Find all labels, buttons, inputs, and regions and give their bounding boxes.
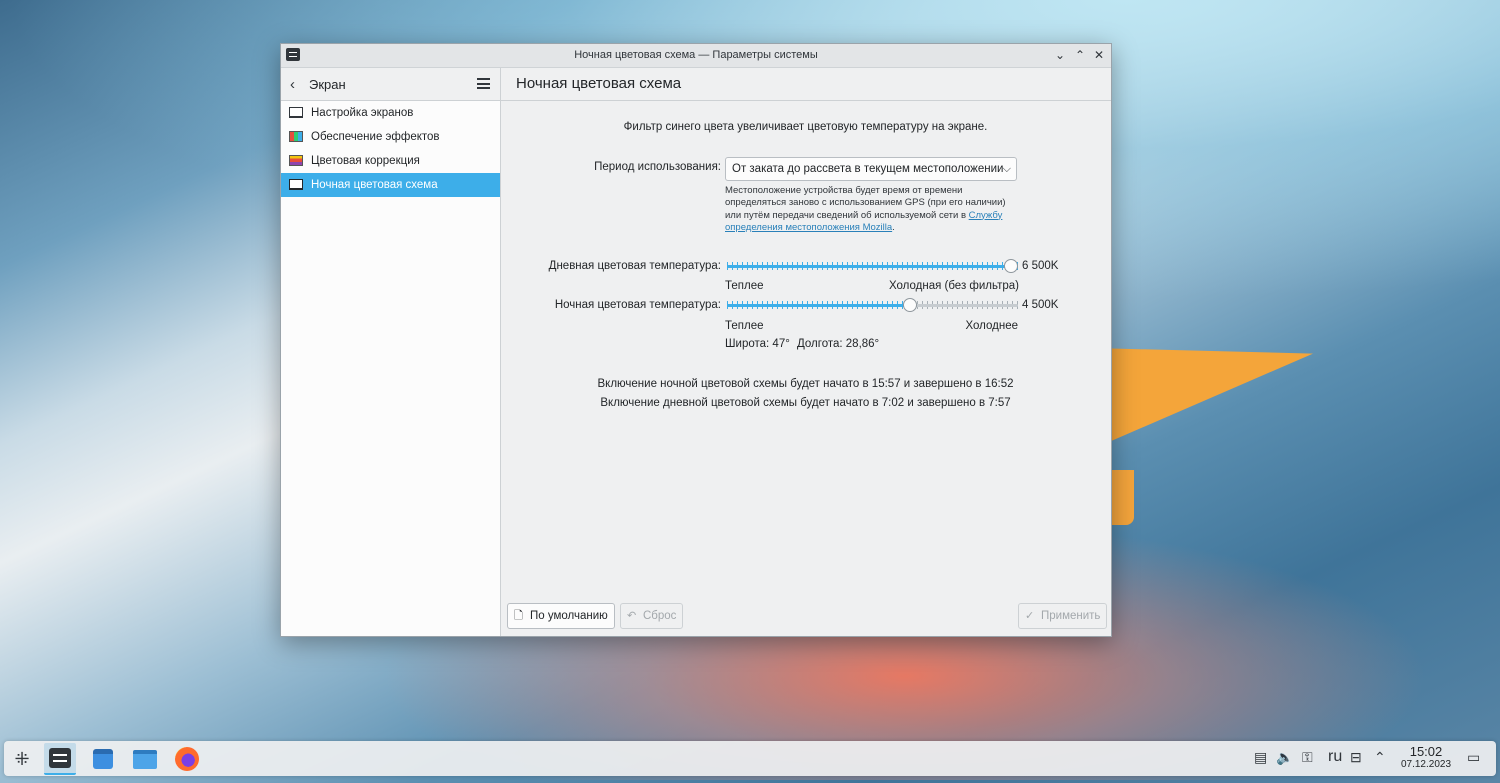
location-note: Местоположение устройства будет время от… xyxy=(725,185,1015,234)
discover-store-icon xyxy=(93,749,113,769)
document-icon: 🗋 xyxy=(514,610,523,622)
slider-fill xyxy=(727,265,1018,268)
latitude-text: Широта: 47° xyxy=(725,338,790,350)
day-temperature-label: Дневная цветовая температура: xyxy=(548,260,721,272)
longitude-text: Долгота: 28,86° xyxy=(797,338,880,350)
main-header: Ночная цветовая схема xyxy=(501,68,1111,101)
period-combobox[interactable]: От заката до рассвета в текущем местопол… xyxy=(725,157,1017,181)
clock-date: 07.12.2023 xyxy=(1400,759,1452,770)
night-temperature-slider[interactable] xyxy=(727,296,1018,314)
minimize-icon[interactable]: ⌄ xyxy=(1052,47,1068,63)
sidebar-item-label: Ночная цветовая схема xyxy=(311,179,438,191)
apply-button[interactable]: ✓ Применить xyxy=(1018,603,1108,629)
application-launcher[interactable]: ⁜ xyxy=(6,743,38,775)
sidebar: ‹ Экран Настройка экранов Обеспечение эф… xyxy=(281,68,501,636)
reset-button[interactable]: ↶ Сброс xyxy=(620,603,684,629)
day-warmer-label: Теплее xyxy=(725,280,764,292)
night-schedule-text: Включение ночной цветовой схемы будет на… xyxy=(597,378,1014,390)
monitor-icon xyxy=(289,107,303,118)
slider-handle[interactable] xyxy=(1004,259,1018,273)
sidebar-item-label: Цветовая коррекция xyxy=(311,155,420,167)
location-note-end: . xyxy=(892,221,895,233)
night-temperature-value: 4 500K xyxy=(1022,299,1059,311)
period-value: От заката до рассвета в текущем местопол… xyxy=(732,163,1004,175)
color-correction-icon xyxy=(289,155,303,166)
location-note-text: Местоположение устройства будет время от… xyxy=(725,185,1006,221)
reset-button-label: Сброс xyxy=(643,610,677,622)
tray-expand-icon[interactable]: ⌃ xyxy=(1374,749,1386,766)
back-arrow-icon[interactable]: ‹ xyxy=(290,76,295,93)
system-settings-icon xyxy=(49,748,71,768)
sidebar-item-compositor[interactable]: Обеспечение эффектов xyxy=(281,125,500,149)
close-icon[interactable]: ✕ xyxy=(1091,47,1107,63)
taskbar: ⁜ ▤ 🔈 ⚿ ru ⊟ ⌃ 15:02 07.12.2023 ▭ xyxy=(4,741,1496,776)
task-dolphin[interactable] xyxy=(129,743,161,775)
sidebar-item-display-configuration[interactable]: Настройка экранов xyxy=(281,101,500,125)
effects-icon xyxy=(289,131,303,142)
show-desktop-icon[interactable]: ▭ xyxy=(1467,749,1480,766)
sidebar-title: Экран xyxy=(309,77,346,92)
monitor-icon xyxy=(289,179,303,190)
sidebar-item-label: Настройка экранов xyxy=(311,107,414,119)
chevron-down-icon: ⌵ xyxy=(1002,163,1011,175)
system-settings-window: Ночная цветовая схема — Параметры систем… xyxy=(280,43,1112,637)
window-title: Ночная цветовая схема — Параметры систем… xyxy=(574,49,818,61)
undo-icon: ↶ xyxy=(627,610,637,622)
defaults-button[interactable]: 🗋 По умолчанию xyxy=(507,603,615,629)
night-cooler-label: Холоднее xyxy=(965,320,1018,332)
usb-device-icon[interactable]: ⚿ xyxy=(1302,749,1313,766)
slider-fill xyxy=(727,304,910,307)
slider-handle[interactable] xyxy=(903,298,917,312)
launcher-icon: ⁜ xyxy=(14,748,30,769)
keyboard-layout-indicator[interactable]: ru xyxy=(1328,748,1342,766)
clipboard-icon[interactable]: ▤ xyxy=(1254,749,1267,766)
task-firefox[interactable] xyxy=(171,743,203,775)
folder-icon xyxy=(133,749,157,769)
clock-time: 15:02 xyxy=(1409,744,1443,759)
period-label: Период использования: xyxy=(594,161,721,173)
night-color-content: Фильтр синего цвета увеличивает цветовую… xyxy=(501,101,1110,600)
network-icon[interactable]: ⊟ xyxy=(1350,749,1362,766)
digital-clock[interactable]: 15:02 07.12.2023 xyxy=(1398,745,1454,771)
day-cooler-label: Холодная (без фильтра) xyxy=(888,280,1019,292)
day-temperature-slider[interactable] xyxy=(727,257,1018,275)
sidebar-item-color-correction[interactable]: Цветовая коррекция xyxy=(281,149,500,173)
sidebar-header: ‹ Экран xyxy=(281,68,500,101)
maximize-icon[interactable]: ⌃ xyxy=(1072,47,1088,63)
day-schedule-text: Включение дневной цветовой схемы будет н… xyxy=(600,397,1011,409)
titlebar[interactable]: Ночная цветовая схема — Параметры систем… xyxy=(281,44,1111,68)
firefox-icon xyxy=(175,747,199,771)
apply-button-label: Применить xyxy=(1041,610,1101,622)
task-discover[interactable] xyxy=(87,743,119,775)
dialog-footer: 🗋 По умолчанию ↶ Сброс ✓ Применить xyxy=(501,600,1110,636)
page-title: Ночная цветовая схема xyxy=(516,75,682,92)
volume-icon[interactable]: 🔈 xyxy=(1276,749,1293,766)
intro-text: Фильтр синего цвета увеличивает цветовую… xyxy=(623,121,988,133)
hamburger-menu-icon[interactable] xyxy=(477,78,490,89)
task-system-settings[interactable] xyxy=(44,743,76,775)
defaults-button-label: По умолчанию xyxy=(530,610,608,622)
sidebar-item-night-color[interactable]: Ночная цветовая схема xyxy=(281,173,500,197)
checkmark-icon: ✓ xyxy=(1025,610,1035,622)
day-temperature-value: 6 500K xyxy=(1022,260,1059,272)
night-warmer-label: Теплее xyxy=(725,320,764,332)
night-temperature-label: Ночная цветовая температура: xyxy=(554,299,721,311)
main-panel: Ночная цветовая схема Фильтр синего цвет… xyxy=(501,68,1111,636)
wallpaper-orange-shape xyxy=(1108,319,1313,443)
sidebar-item-label: Обеспечение эффектов xyxy=(311,131,440,143)
